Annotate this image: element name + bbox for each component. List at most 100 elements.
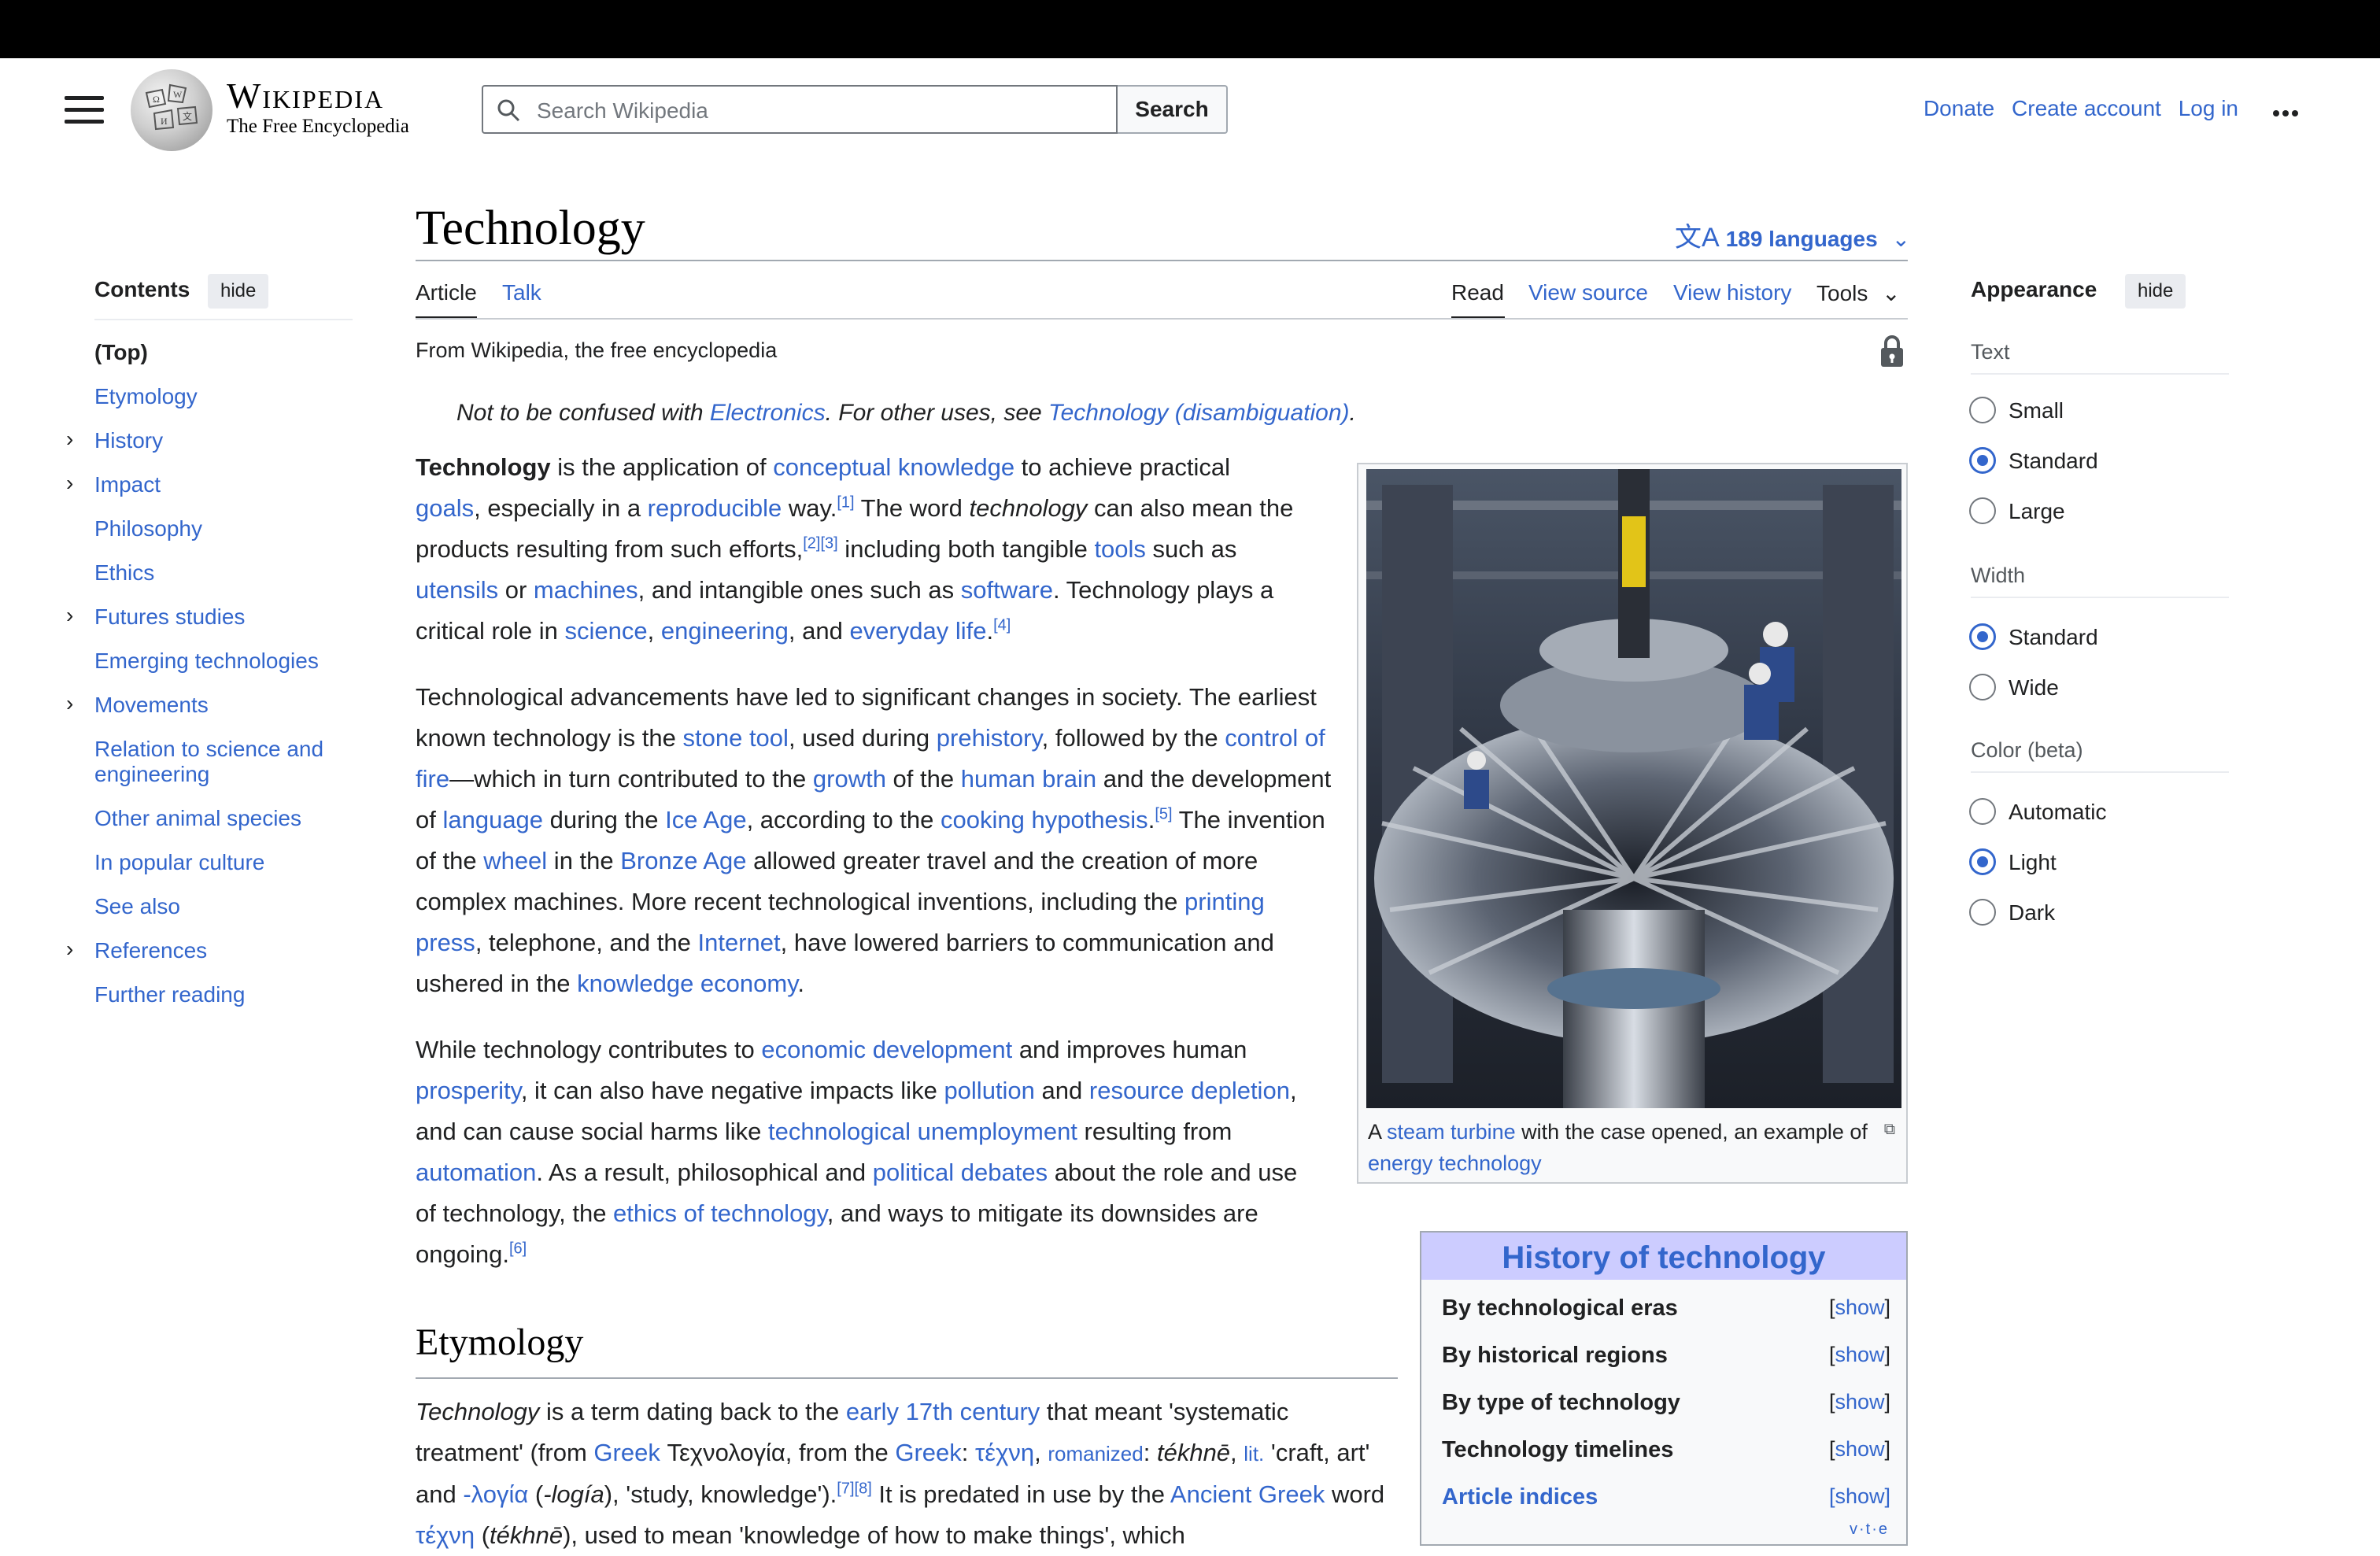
- show-link[interactable]: show: [1835, 1343, 1884, 1366]
- color-radio[interactable]: [1969, 848, 1996, 875]
- text-option-label[interactable]: Standard: [2009, 449, 2098, 474]
- toc-item[interactable]: Ethics: [94, 560, 354, 586]
- citation-link[interactable]: [2][3]: [803, 535, 837, 553]
- article-link[interactable]: knowledge economy: [577, 970, 797, 997]
- chevron-right-icon[interactable]: ›: [66, 603, 73, 628]
- article-link[interactable]: reproducible: [648, 494, 782, 522]
- toc-item[interactable]: References: [94, 938, 354, 963]
- article-link[interactable]: technological unemployment: [768, 1118, 1077, 1145]
- navbox-show-toggle[interactable]: [show]: [1829, 1484, 1890, 1509]
- hatnote-link-electronics[interactable]: Electronics: [710, 400, 826, 426]
- article-link[interactable]: Internet: [698, 929, 781, 956]
- chevron-right-icon[interactable]: ›: [66, 691, 73, 716]
- show-link[interactable]: show: [1835, 1390, 1884, 1414]
- navbox-title[interactable]: History of technology: [1421, 1233, 1906, 1280]
- article-link[interactable]: τέχνη: [416, 1521, 475, 1549]
- article-link[interactable]: software: [961, 576, 1053, 604]
- article-link[interactable]: Ancient Greek: [1170, 1480, 1325, 1508]
- article-link[interactable]: machines: [534, 576, 638, 604]
- text-option-label[interactable]: Small: [2009, 398, 2064, 423]
- citation-link[interactable]: [7][8]: [837, 1480, 871, 1498]
- width-radio[interactable]: [1969, 674, 1996, 700]
- text-radio[interactable]: [1969, 447, 1996, 474]
- toc-item[interactable]: Further reading: [94, 982, 354, 1007]
- article-link[interactable]: prosperity: [416, 1077, 521, 1104]
- article-link[interactable]: prehistory: [937, 724, 1042, 752]
- navbox-show-toggle[interactable]: [show]: [1829, 1343, 1890, 1367]
- article-link[interactable]: Ice Age: [665, 806, 746, 833]
- article-link[interactable]: -λογία: [463, 1480, 528, 1508]
- tab-view-source[interactable]: View source: [1528, 280, 1648, 305]
- article-link[interactable]: τέχνη: [975, 1439, 1034, 1466]
- steam-turbine-image[interactable]: [1366, 469, 1901, 1108]
- tab-view-history[interactable]: View history: [1673, 280, 1791, 305]
- enlarge-icon[interactable]: ⧉: [1884, 1121, 1895, 1139]
- search-input[interactable]: Search Wikipedia: [482, 85, 1118, 134]
- article-link[interactable]: goals: [416, 494, 474, 522]
- article-link[interactable]: wheel: [483, 847, 547, 874]
- color-radio[interactable]: [1969, 899, 1996, 926]
- wikipedia-wordmark[interactable]: Wikipedia The Free Encyclopedia: [227, 77, 409, 139]
- create-account-link[interactable]: Create account: [2012, 96, 2161, 120]
- hatnote-link-disambiguation[interactable]: Technology (disambiguation): [1048, 400, 1349, 426]
- article-link[interactable]: automation: [416, 1159, 536, 1186]
- toc-item[interactable]: History: [94, 428, 354, 453]
- width-option-label[interactable]: Wide: [2009, 675, 2059, 700]
- more-options-icon[interactable]: [2273, 106, 2301, 120]
- lock-icon[interactable]: [1879, 334, 1905, 368]
- language-selector-button[interactable]: 文A 189 languages ⌄: [1675, 216, 1910, 254]
- donate-link[interactable]: Donate: [1924, 96, 1994, 120]
- show-link[interactable]: show: [1835, 1437, 1884, 1461]
- article-link[interactable]: ethics of technology: [613, 1199, 827, 1227]
- navbox-row-label[interactable]: Article indices: [1442, 1484, 1598, 1510]
- text-radio[interactable]: [1969, 397, 1996, 423]
- search-button[interactable]: Search: [1118, 85, 1228, 134]
- text-option-label[interactable]: Large: [2009, 499, 2065, 524]
- width-radio[interactable]: [1969, 623, 1996, 650]
- article-link[interactable]: pollution: [944, 1077, 1034, 1104]
- caption-link-energy-technology[interactable]: energy technology: [1368, 1151, 1542, 1175]
- chevron-right-icon[interactable]: ›: [66, 937, 73, 962]
- article-link[interactable]: Greek: [895, 1439, 961, 1466]
- article-link[interactable]: Greek: [593, 1439, 660, 1466]
- tab-read[interactable]: Read: [1451, 280, 1504, 305]
- chevron-right-icon[interactable]: ›: [66, 427, 73, 452]
- caption-link-steam-turbine[interactable]: steam turbine: [1387, 1120, 1516, 1144]
- article-link[interactable]: Bronze Age: [620, 847, 746, 874]
- article-link[interactable]: political debates: [873, 1159, 1048, 1186]
- show-link[interactable]: show: [1835, 1295, 1884, 1319]
- color-option-label[interactable]: Automatic: [2009, 800, 2107, 825]
- show-link[interactable]: show: [1835, 1484, 1884, 1508]
- article-link[interactable]: early 17th century: [846, 1398, 1040, 1425]
- width-option-label[interactable]: Standard: [2009, 625, 2098, 650]
- toc-item[interactable]: Emerging technologies: [94, 649, 354, 674]
- color-option-label[interactable]: Dark: [2009, 900, 2055, 926]
- wikipedia-globe-logo[interactable]: Ω W И 文: [131, 69, 213, 151]
- article-link[interactable]: resource depletion: [1089, 1077, 1290, 1104]
- navbox-show-toggle[interactable]: [show]: [1829, 1390, 1890, 1414]
- article-link[interactable]: romanized: [1048, 1442, 1143, 1465]
- log-in-link[interactable]: Log in: [2179, 96, 2238, 120]
- article-link[interactable]: conceptual knowledge: [773, 453, 1014, 481]
- tools-menu[interactable]: Tools ⌄: [1816, 280, 1901, 306]
- main-menu-icon[interactable]: [65, 96, 104, 124]
- citation-link[interactable]: [6]: [509, 1240, 527, 1258]
- article-link[interactable]: science: [565, 617, 648, 645]
- navbox-vte-links[interactable]: v·t·e: [1850, 1521, 1889, 1539]
- chevron-right-icon[interactable]: ›: [66, 471, 73, 496]
- toc-item[interactable]: Other animal species: [94, 806, 354, 831]
- citation-link[interactable]: [1]: [837, 494, 854, 512]
- citation-link[interactable]: [5]: [1155, 806, 1172, 823]
- toc-item[interactable]: Philosophy: [94, 516, 354, 541]
- article-link[interactable]: cooking hypothesis: [941, 806, 1148, 833]
- color-option-label[interactable]: Light: [2009, 850, 2057, 875]
- toc-item[interactable]: Etymology: [94, 384, 354, 409]
- article-link[interactable]: utensils: [416, 576, 498, 604]
- color-radio[interactable]: [1969, 798, 1996, 825]
- article-link[interactable]: economic development: [761, 1036, 1012, 1063]
- article-link[interactable]: everyday life: [849, 617, 986, 645]
- toc-item[interactable]: (Top): [94, 340, 354, 365]
- navbox-show-toggle[interactable]: [show]: [1829, 1437, 1890, 1462]
- article-link[interactable]: human brain: [961, 765, 1096, 793]
- toc-item[interactable]: See also: [94, 894, 354, 919]
